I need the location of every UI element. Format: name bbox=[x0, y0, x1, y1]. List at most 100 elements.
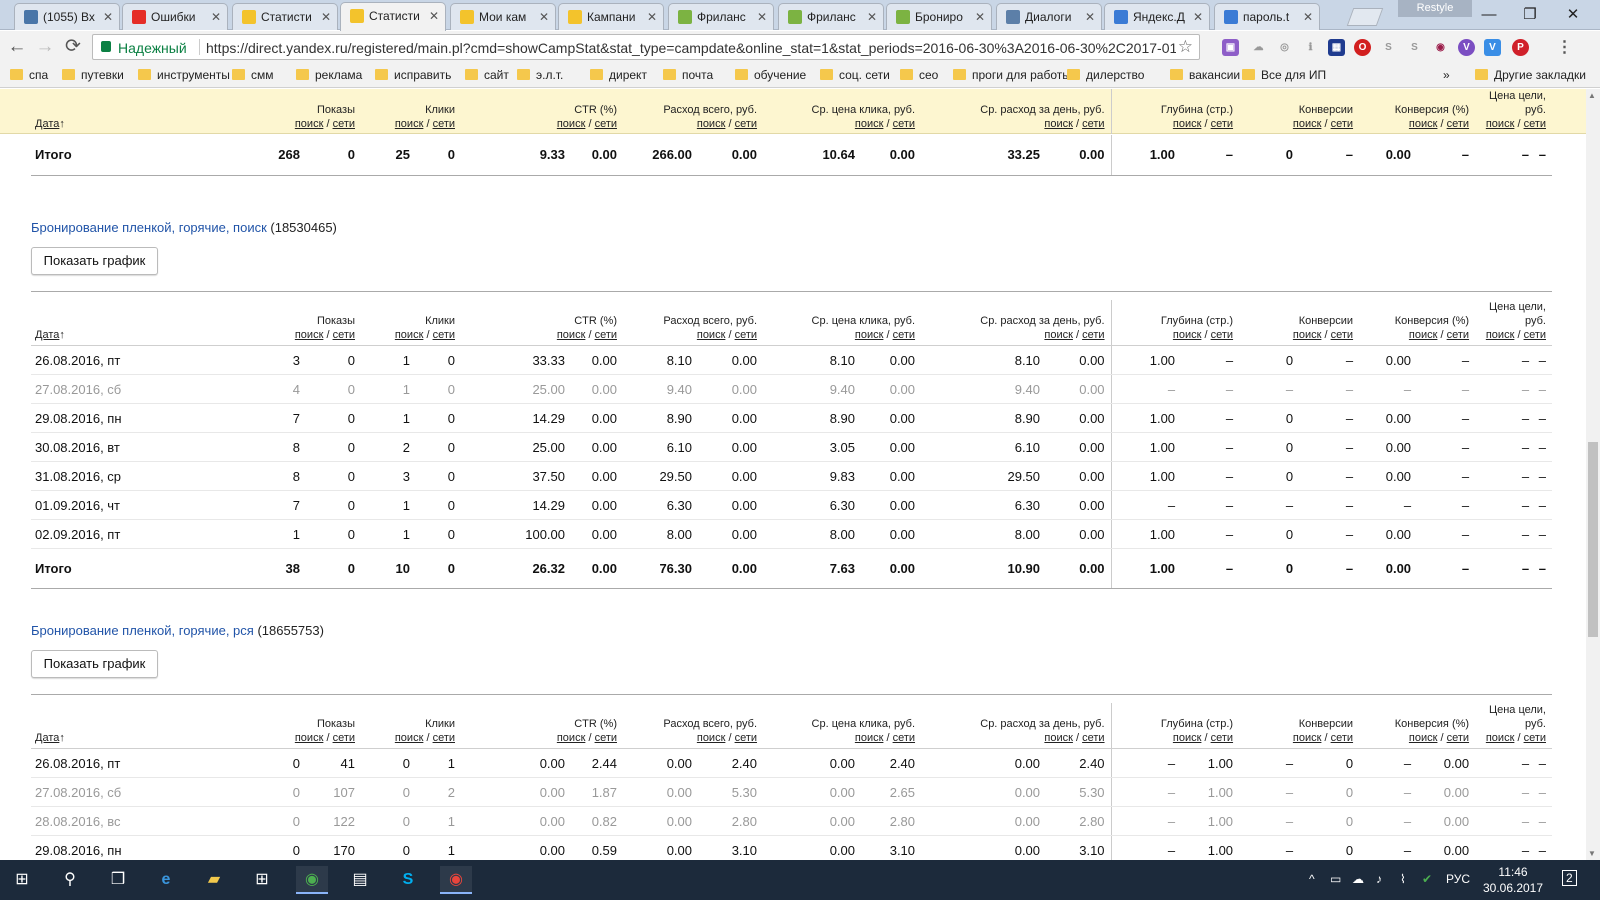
close-tab-icon[interactable]: ✕ bbox=[1085, 10, 1095, 24]
date-column-header[interactable]: Дата↑ bbox=[31, 703, 251, 749]
sort-networks-link[interactable]: сети bbox=[1524, 118, 1546, 130]
sort-search-link[interactable]: поиск bbox=[557, 732, 586, 744]
bookmarks-more-button[interactable]: » bbox=[1443, 68, 1450, 82]
close-tab-icon[interactable]: ✕ bbox=[975, 10, 985, 24]
show-chart-button-1[interactable]: Показать график bbox=[31, 247, 158, 275]
bookmark-folder[interactable]: вакансии bbox=[1170, 68, 1240, 82]
sort-search-link[interactable]: поиск bbox=[1044, 118, 1073, 130]
sort-networks-link[interactable]: сети bbox=[735, 329, 757, 341]
sort-networks-link[interactable]: сети bbox=[1082, 329, 1104, 341]
sort-search-link[interactable]: поиск bbox=[855, 118, 884, 130]
browser-tab[interactable]: Мои кам ✕ bbox=[450, 3, 556, 30]
close-tab-icon[interactable]: ✕ bbox=[429, 9, 439, 23]
pinterest-icon[interactable]: P bbox=[1512, 39, 1529, 56]
sort-networks-link[interactable]: сети bbox=[1524, 732, 1546, 744]
browser-tab[interactable]: пароль.t ✕ bbox=[1214, 3, 1320, 30]
sync-icon[interactable]: ✔ bbox=[1422, 872, 1432, 886]
close-tab-icon[interactable]: ✕ bbox=[211, 10, 221, 24]
sort-networks-link[interactable]: сети bbox=[1447, 732, 1469, 744]
page-scrollbar[interactable]: ▲ ▼ bbox=[1586, 89, 1600, 860]
sort-search-link[interactable]: поиск bbox=[395, 732, 424, 744]
menu-icon[interactable]: ⋮ bbox=[1556, 39, 1573, 56]
search-icon[interactable]: ⚲ bbox=[54, 866, 86, 894]
sort-networks-link[interactable]: сети bbox=[333, 329, 355, 341]
sort-networks-link[interactable]: сети bbox=[1211, 329, 1233, 341]
close-tab-icon[interactable]: ✕ bbox=[757, 10, 767, 24]
bookmark-folder[interactable]: спа bbox=[10, 68, 48, 82]
sort-search-link[interactable]: поиск bbox=[1486, 732, 1515, 744]
eye-extension-icon[interactable]: ◉ bbox=[1432, 39, 1449, 56]
sort-search-link[interactable]: поиск bbox=[1486, 118, 1515, 130]
network-icon[interactable]: ⌇ bbox=[1400, 872, 1406, 886]
back-arrow-icon[interactable]: ← bbox=[6, 36, 28, 58]
sort-search-link[interactable]: поиск bbox=[1293, 118, 1322, 130]
sort-search-link[interactable]: поиск bbox=[1044, 732, 1073, 744]
browser-tab[interactable]: Фриланс ✕ bbox=[668, 3, 774, 30]
campaign-link-1[interactable]: Бронирование пленкой, горячие, поиск bbox=[31, 220, 267, 235]
date-sort-link[interactable]: Дата bbox=[35, 732, 59, 744]
sort-networks-link[interactable]: сети bbox=[735, 732, 757, 744]
sort-search-link[interactable]: поиск bbox=[295, 732, 324, 744]
bookmark-folder[interactable]: реклама bbox=[296, 68, 362, 82]
close-tab-icon[interactable]: ✕ bbox=[539, 10, 549, 24]
sort-networks-link[interactable]: сети bbox=[333, 732, 355, 744]
info-icon[interactable]: ℹ bbox=[1302, 39, 1319, 56]
edge-icon[interactable]: e bbox=[150, 866, 182, 894]
circle-extension-icon[interactable]: ◎ bbox=[1276, 39, 1293, 56]
sort-search-link[interactable]: поиск bbox=[1173, 118, 1202, 130]
sort-networks-link[interactable]: сети bbox=[433, 329, 455, 341]
bookmark-folder[interactable]: сайт bbox=[465, 68, 509, 82]
bookmark-folder[interactable]: Все для ИП bbox=[1242, 68, 1326, 82]
tray-expand-icon[interactable]: ^ bbox=[1309, 872, 1315, 886]
sort-networks-link[interactable]: сети bbox=[1211, 118, 1233, 130]
scrollbar-thumb[interactable] bbox=[1588, 442, 1598, 637]
maximize-window-button[interactable]: ❐ bbox=[1515, 4, 1545, 26]
sort-networks-link[interactable]: сети bbox=[1447, 329, 1469, 341]
notifications-icon[interactable]: 2 bbox=[1562, 870, 1577, 886]
volume-icon[interactable]: ♪ bbox=[1376, 872, 1382, 886]
new-tab-button[interactable] bbox=[1346, 8, 1384, 26]
sort-search-link[interactable]: поиск bbox=[1409, 118, 1438, 130]
sort-networks-link[interactable]: сети bbox=[1082, 118, 1104, 130]
skype-icon[interactable]: S bbox=[392, 866, 424, 894]
bookmark-folder[interactable]: смм bbox=[232, 68, 274, 82]
close-tab-icon[interactable]: ✕ bbox=[321, 10, 331, 24]
skype-gray-icon[interactable]: S bbox=[1380, 39, 1397, 56]
sort-search-link[interactable]: поиск bbox=[1173, 329, 1202, 341]
bookmark-folder[interactable]: соц. сети bbox=[820, 68, 890, 82]
browser-tab[interactable]: Яндекс.Д ✕ bbox=[1104, 3, 1210, 30]
reload-icon[interactable]: ⟳ bbox=[62, 36, 84, 58]
browser-tab[interactable]: Ошибки ✕ bbox=[122, 3, 228, 30]
scroll-up-arrow-icon[interactable]: ▲ bbox=[1588, 91, 1596, 100]
scanner-icon[interactable]: ▤ bbox=[344, 866, 376, 894]
sort-networks-link[interactable]: сети bbox=[433, 118, 455, 130]
chrome-download-icon[interactable]: ◉ bbox=[296, 866, 328, 894]
bookmark-folder[interactable]: э.л.т. bbox=[517, 68, 563, 82]
viber-icon[interactable]: V bbox=[1458, 39, 1475, 56]
browser-tab[interactable]: (1055) Вх ✕ bbox=[14, 3, 120, 30]
other-bookmarks-folder[interactable]: Другие закладки bbox=[1475, 68, 1586, 82]
sort-search-link[interactable]: поиск bbox=[1293, 329, 1322, 341]
file-explorer-icon[interactable]: ▰ bbox=[198, 866, 230, 894]
browser-tab[interactable]: Брониро ✕ bbox=[886, 3, 992, 30]
close-tab-icon[interactable]: ✕ bbox=[867, 10, 877, 24]
close-window-button[interactable]: ✕ bbox=[1558, 4, 1588, 26]
sort-search-link[interactable]: поиск bbox=[697, 118, 726, 130]
campaign-link-2[interactable]: Бронирование пленкой, горячие, рся bbox=[31, 623, 254, 638]
bookmark-folder[interactable]: проги для работы bbox=[953, 68, 1071, 82]
sort-networks-link[interactable]: сети bbox=[1331, 118, 1353, 130]
sort-search-link[interactable]: поиск bbox=[557, 329, 586, 341]
sort-networks-link[interactable]: сети bbox=[595, 118, 617, 130]
grid-extension-icon[interactable]: ▦ bbox=[1328, 39, 1345, 56]
sort-search-link[interactable]: поиск bbox=[295, 118, 324, 130]
bookmark-folder[interactable]: дилерство bbox=[1067, 68, 1144, 82]
cloud-icon[interactable]: ☁ bbox=[1250, 39, 1267, 56]
browser-tab[interactable]: Статисти ✕ bbox=[340, 2, 446, 31]
bookmark-folder[interactable]: почта bbox=[663, 68, 713, 82]
close-tab-icon[interactable]: ✕ bbox=[1303, 10, 1313, 24]
sort-networks-link[interactable]: сети bbox=[1524, 329, 1546, 341]
sort-networks-link[interactable]: сети bbox=[1331, 732, 1353, 744]
extension-purple-icon[interactable]: ▣ bbox=[1222, 39, 1239, 56]
sort-networks-link[interactable]: сети bbox=[1331, 329, 1353, 341]
sort-search-link[interactable]: поиск bbox=[1409, 329, 1438, 341]
